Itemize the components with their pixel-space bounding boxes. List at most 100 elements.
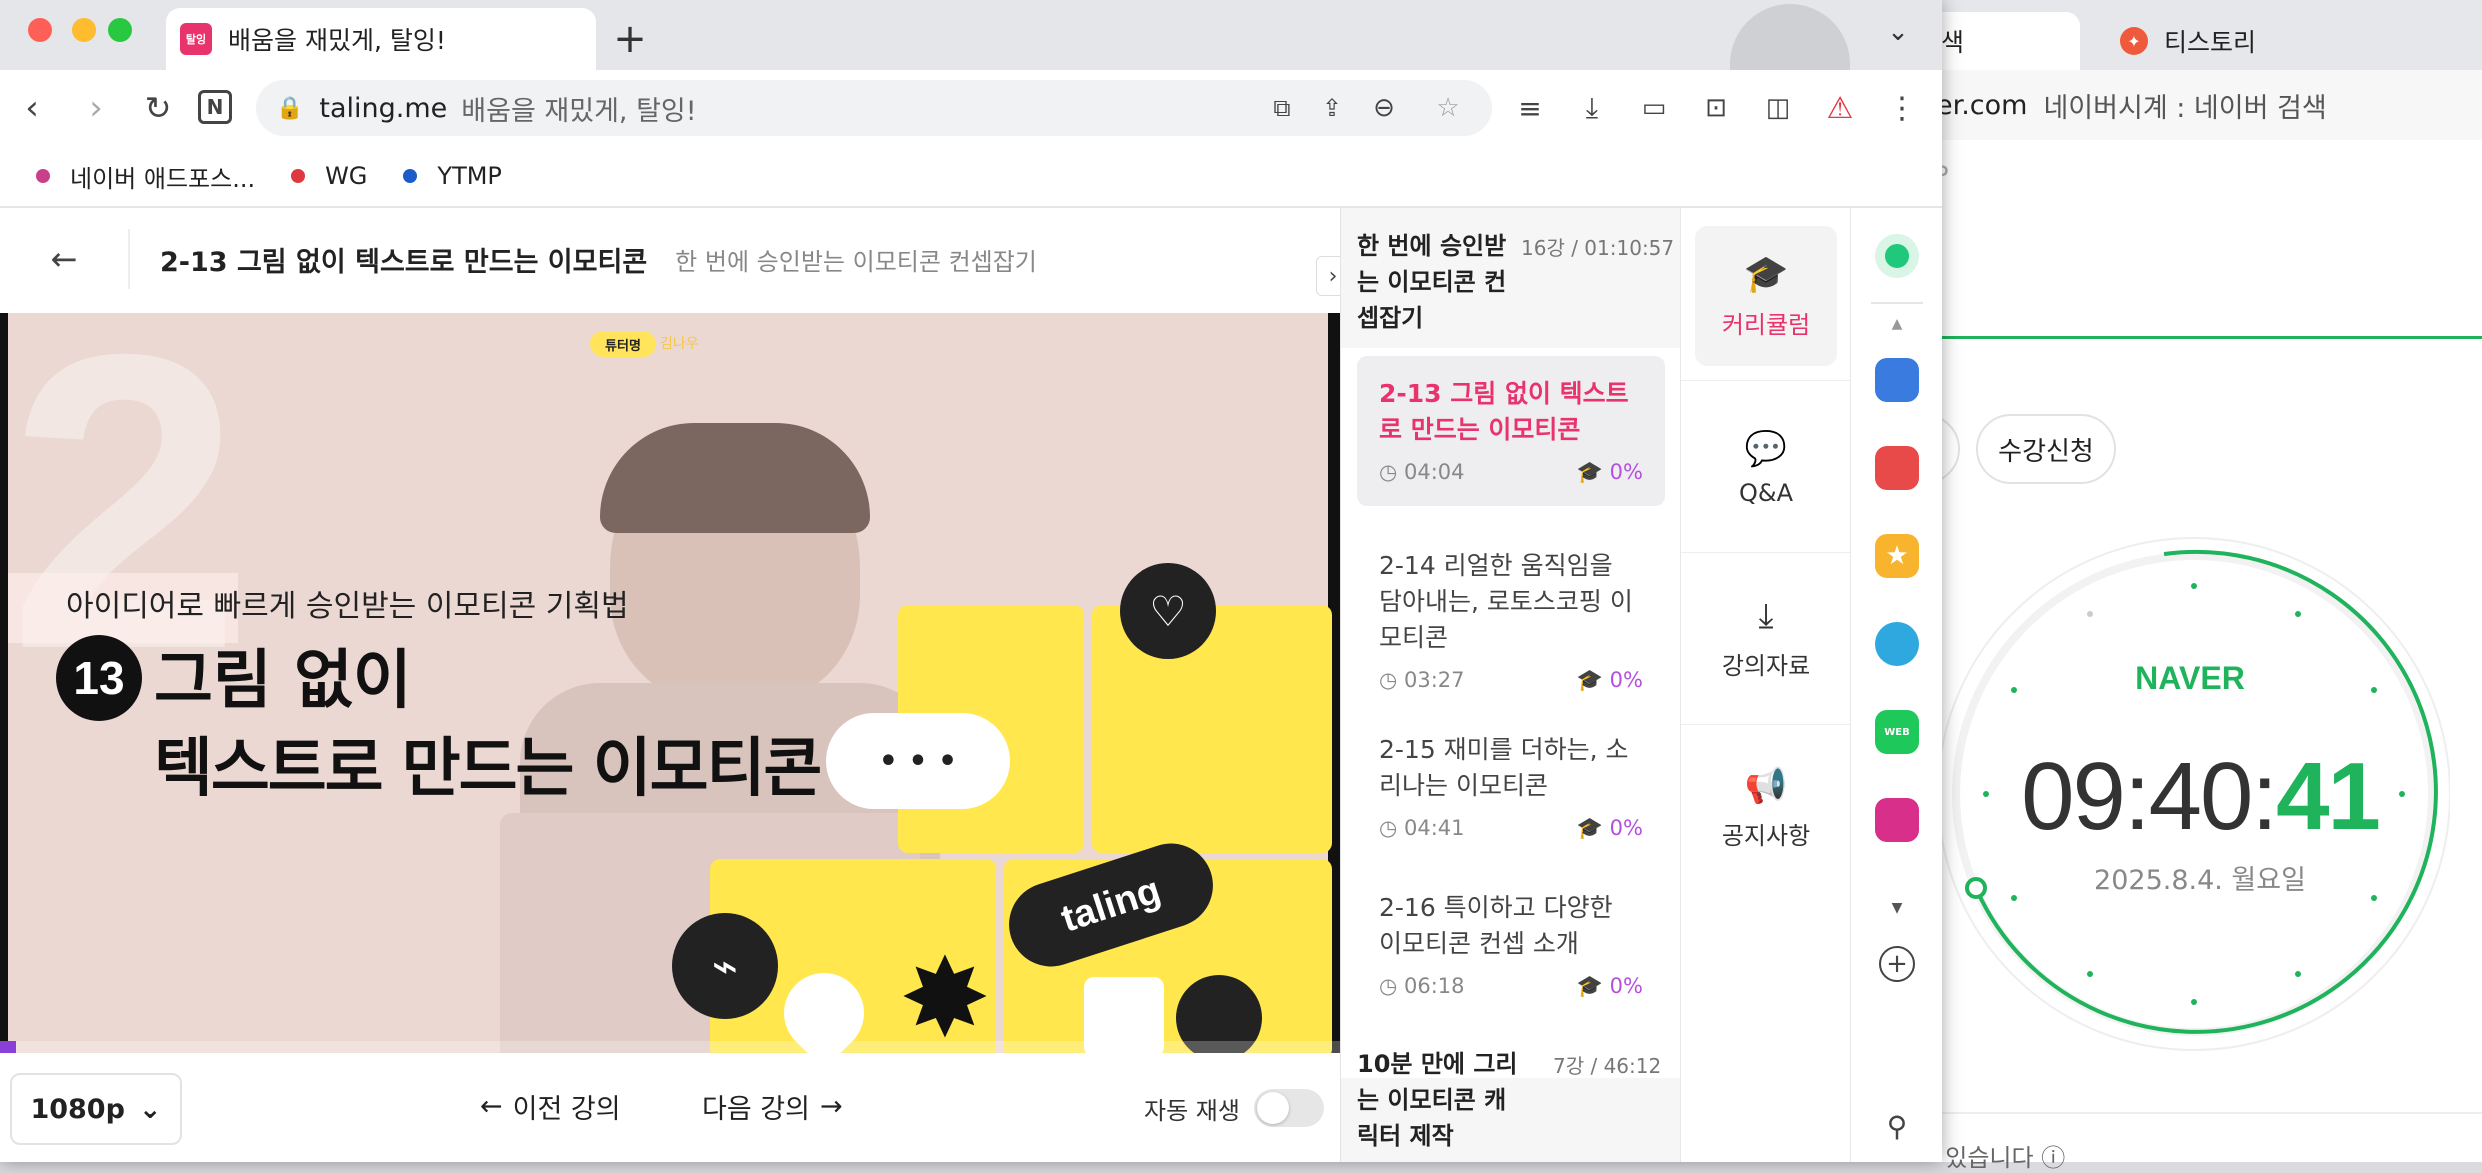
chat-bubble-icon: 💬 bbox=[1744, 429, 1788, 469]
tab-label: 강의자료 bbox=[1721, 651, 1811, 680]
profile-avatar[interactable] bbox=[1730, 4, 1850, 70]
video-edge bbox=[0, 313, 8, 1053]
tab-notice[interactable]: 📢 공지사항 bbox=[1695, 738, 1837, 878]
maximize-window-icon[interactable] bbox=[108, 18, 132, 42]
progress-value: 0% bbox=[1609, 974, 1643, 998]
pin-icon[interactable]: ⚲ bbox=[1879, 1108, 1915, 1144]
tab-label: 커리큘럼 bbox=[1721, 310, 1811, 339]
lecture-header: ← 2-13 그림 없이 텍스트로 만드는 이모티콘 한 번에 승인받는 이모티… bbox=[0, 208, 1350, 310]
lecture-duration: ◷ 04:41 bbox=[1379, 816, 1465, 840]
url-title: 배움을 재밌게, 탈잉! bbox=[461, 95, 697, 127]
forward-button[interactable]: › bbox=[74, 84, 118, 132]
graduation-cap-icon: 🎓 bbox=[1743, 253, 1789, 295]
pocket-icon[interactable] bbox=[1875, 446, 1919, 490]
playlist-icon[interactable]: ≡ bbox=[1510, 88, 1550, 128]
address-bar[interactable]: 🔒 taling.me 배움을 재밌게, 탈잉! ⧉ ⇪ ⊖ ☆ bbox=[256, 80, 1492, 136]
add-bookmark-icon[interactable]: ☆ bbox=[1430, 90, 1466, 126]
course-title: 한 번에 승인받는 이모티콘 컨셉잡기 bbox=[675, 247, 1037, 276]
more-menu-icon[interactable]: ⋮ bbox=[1882, 88, 1922, 128]
edge-icon[interactable] bbox=[1875, 622, 1919, 666]
side-tabs: 🎓 커리큘럼 💬 Q&A ⤓ 강의자료 📢 공지사항 bbox=[1680, 208, 1851, 1162]
download-icon: ⤓ bbox=[1758, 595, 1774, 636]
lecture-item[interactable]: 2-15 재미를 더하는, 소리나는 이모티콘 ◷ 04:41 🎓 0% bbox=[1357, 712, 1665, 861]
lecture-progress: 🎓 0% bbox=[1576, 816, 1643, 840]
tab-label: 공지사항 bbox=[1721, 821, 1811, 850]
naver-logo: NAVER bbox=[2135, 660, 2245, 696]
warning-icon[interactable]: ⚠ bbox=[1820, 88, 1860, 128]
video-title-line1: 그림 없이 bbox=[154, 644, 412, 718]
speech-bubble: • • • bbox=[826, 713, 1010, 809]
bookmark-item[interactable]: 네이버 애드포스... bbox=[36, 159, 255, 194]
new-tab-button[interactable]: + bbox=[610, 14, 650, 64]
quality-select[interactable]: 1080p ⌄ bbox=[10, 1073, 182, 1145]
browser-sidebar: ▲ ★ WEB ▼ + ⚲ bbox=[1850, 208, 1942, 1162]
duration-value: 04:04 bbox=[1404, 460, 1465, 484]
toggle-knob bbox=[1257, 1092, 1289, 1124]
lecture-duration: ◷ 03:27 bbox=[1379, 668, 1465, 692]
background-browser-window: 검색 ✦ 티스토리 ver.com 네이버시계 : 네이버 검색 P 수강신청 … bbox=[1860, 0, 2482, 1172]
webtoon-icon[interactable]: WEB bbox=[1875, 710, 1919, 754]
lock-icon: 🔒 bbox=[276, 95, 304, 121]
pip-icon[interactable]: ⧉ bbox=[1264, 90, 1300, 126]
tab-label: 티스토리 bbox=[2164, 28, 2257, 57]
scroll-down-icon[interactable]: ▼ bbox=[1887, 898, 1907, 918]
video-progress-track[interactable] bbox=[0, 1041, 1340, 1053]
next-lecture-button[interactable]: 다음 강의 → bbox=[702, 1087, 843, 1126]
player-controls: 1080p ⌄ ← 이전 강의 다음 강의 → 자동 재생 bbox=[0, 1053, 1340, 1162]
share-icon[interactable]: ⇪ bbox=[1314, 90, 1350, 126]
close-window-icon[interactable] bbox=[28, 18, 52, 42]
lecture-item[interactable]: 2-14 리얼한 움직임을 담아내는, 로토스코핑 이모티콘 ◷ 03:27 🎓 … bbox=[1357, 528, 1665, 713]
lecture-item-active[interactable]: 2-13 그림 없이 텍스트로 만드는 이모티콘 ◷ 04:04 🎓 0% bbox=[1357, 356, 1665, 506]
divider bbox=[1871, 302, 1923, 304]
lecture-title: 2-14 리얼한 움직임을 담아내는, 로토스코핑 이모티콘 bbox=[1379, 551, 1633, 652]
tab-label: Q&A bbox=[1738, 479, 1794, 507]
bookmark-dot-icon bbox=[291, 169, 306, 183]
tab-materials[interactable]: ⤓ 강의자료 bbox=[1695, 568, 1837, 708]
video-player[interactable]: 2 튜터명 김나우 ♡ • • • taling ⌁ ✸ 아이디어로 빠르게 승… bbox=[0, 313, 1340, 1053]
tab-list-chevron-icon[interactable]: ⌄ bbox=[1878, 12, 1918, 52]
clock-seconds: 41 bbox=[2276, 743, 2381, 850]
section-title[interactable]: 10분 만에 그리는 이모티콘 캐릭터 제작 bbox=[1357, 1046, 1527, 1154]
back-arrow-icon[interactable]: ← bbox=[0, 229, 130, 289]
tab-qna[interactable]: 💬 Q&A bbox=[1695, 398, 1837, 538]
background-address-bar[interactable]: ver.com 네이버시계 : 네이버 검색 bbox=[1900, 70, 2482, 140]
download-icon[interactable]: ⤓ bbox=[1572, 88, 1612, 128]
lecture-title: 2-15 재미를 더하는, 소리나는 이모티콘 bbox=[1379, 735, 1629, 800]
lecture-item[interactable]: 2-16 특이하고 다양한 이모티콘 컨셉 소개 ◷ 06:18 🎓 0% bbox=[1357, 870, 1665, 1019]
megaphone-icon: 📢 bbox=[1744, 765, 1788, 806]
video-icon[interactable]: ▭ bbox=[1634, 88, 1674, 128]
autoplay-toggle[interactable] bbox=[1254, 1089, 1324, 1127]
chip-enroll[interactable]: 수강신청 bbox=[1976, 414, 2116, 484]
sidebar-icon[interactable]: ◫ bbox=[1758, 88, 1798, 128]
active-tab[interactable]: 탈잉 배움을 재밌게, 탈잉! bbox=[166, 8, 596, 70]
background-tab-tistory[interactable]: ✦ 티스토리 bbox=[2100, 12, 2360, 70]
naver-n-icon[interactable]: N bbox=[198, 90, 232, 124]
divider bbox=[1681, 724, 1851, 725]
arrow-right-icon: → bbox=[819, 1091, 843, 1122]
prev-lecture-button[interactable]: ← 이전 강의 bbox=[480, 1087, 621, 1126]
duration-value: 06:18 bbox=[1404, 974, 1465, 998]
url-title: 네이버시계 : 네이버 검색 bbox=[2043, 92, 2327, 124]
yellow-block bbox=[1092, 605, 1332, 853]
back-button[interactable]: ‹ bbox=[10, 84, 54, 132]
green-divider bbox=[1900, 336, 2482, 339]
add-app-icon[interactable]: + bbox=[1879, 946, 1915, 982]
clock-time: 09:40:41 bbox=[1960, 742, 2440, 852]
instagram-icon[interactable] bbox=[1875, 798, 1919, 842]
tab-curriculum[interactable]: 🎓 커리큘럼 bbox=[1695, 226, 1837, 366]
zoom-out-icon[interactable]: ⊖ bbox=[1366, 90, 1402, 126]
minimize-window-icon[interactable] bbox=[72, 18, 96, 42]
lesson-title: 2-13 그림 없이 텍스트로 만드는 이모티콘 bbox=[160, 246, 648, 278]
screenshot-icon[interactable]: ⊡ bbox=[1696, 88, 1736, 128]
next-label: 다음 강의 bbox=[702, 1094, 810, 1125]
section-title[interactable]: 한 번에 승인받는 이모티콘 컨셉잡기 bbox=[1357, 228, 1507, 336]
divider bbox=[1900, 1112, 2482, 1114]
scroll-up-icon[interactable]: ▲ bbox=[1887, 314, 1907, 334]
bookmark-item[interactable]: WG bbox=[291, 162, 367, 190]
prev-label: 이전 강의 bbox=[512, 1094, 621, 1125]
reload-button[interactable]: ↻ bbox=[136, 84, 180, 132]
green-app-icon[interactable] bbox=[1875, 234, 1919, 278]
briefcase-icon[interactable] bbox=[1875, 358, 1919, 402]
bookmark-item[interactable]: YTMP bbox=[403, 162, 502, 190]
star-icon[interactable]: ★ bbox=[1875, 534, 1919, 578]
